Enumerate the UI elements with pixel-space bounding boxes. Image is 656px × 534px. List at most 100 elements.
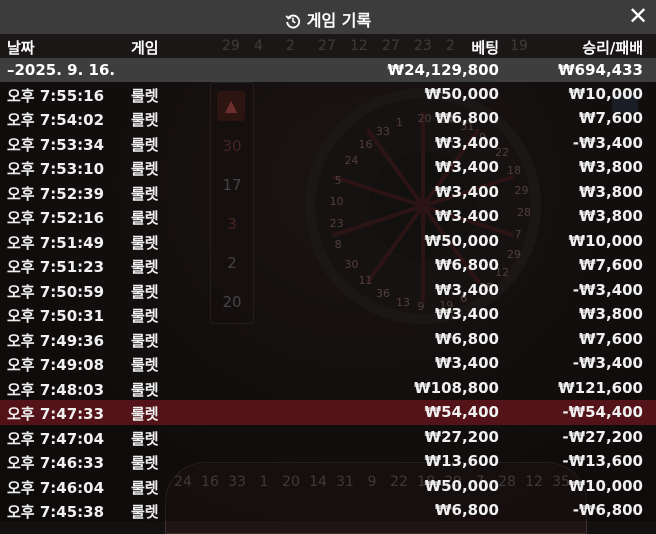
row-game: 룰렛 (131, 454, 159, 473)
row-time: 오후 7:47:33 (7, 405, 105, 424)
row-result: -₩3,400 (572, 133, 643, 152)
row-time: 오후 7:45:38 (7, 502, 105, 521)
row-game: 룰렛 (131, 307, 159, 326)
row-bet: ₩6,800 (435, 500, 499, 519)
table-row[interactable]: 오후 7:50:31 룰렛 ₩3,400 ₩3,800 (0, 302, 656, 326)
row-game: 룰렛 (131, 502, 159, 521)
table-row[interactable]: 오후 7:49:36 룰렛 ₩6,800 ₩7,600 (0, 327, 656, 351)
row-bet: ₩3,400 (435, 158, 499, 177)
table-row[interactable]: 오후 7:47:04 룰렛 ₩27,200 -₩27,200 (0, 425, 656, 449)
table-row[interactable]: 오후 7:52:39 룰렛 ₩3,400 ₩3,800 (0, 180, 656, 204)
column-game: 게임 (131, 39, 159, 57)
row-bet: ₩50,000 (424, 476, 499, 495)
row-bet: ₩3,400 (435, 280, 499, 299)
row-game: 룰렛 (131, 184, 159, 203)
header-title-wrap: 게임 기록 (0, 7, 656, 31)
column-date: 날짜 (7, 39, 35, 57)
row-bet: ₩3,400 (435, 182, 499, 201)
row-result: ₩3,800 (579, 182, 643, 201)
row-time: 오후 7:51:23 (7, 258, 105, 277)
row-bet: ₩27,200 (424, 427, 499, 446)
row-bet: ₩3,400 (435, 305, 499, 324)
row-result: ₩121,600 (558, 378, 643, 397)
history-clock-icon (285, 14, 300, 29)
row-bet: ₩3,400 (435, 207, 499, 226)
row-time: 오후 7:53:10 (7, 160, 105, 179)
date-group-row[interactable]: –2025. 9. 16. ₩24,129,800 ₩694,433 (0, 58, 656, 82)
table-row[interactable]: 오후 7:50:59 룰렛 ₩3,400 -₩3,400 (0, 278, 656, 302)
row-bet: ₩13,600 (424, 452, 499, 471)
row-game: 룰렛 (131, 282, 159, 301)
table-row[interactable]: 오후 7:48:03 룰렛 ₩108,800 ₩121,600 (0, 376, 656, 400)
row-time: 오후 7:49:08 (7, 356, 105, 375)
row-time: 오후 7:53:34 (7, 135, 105, 154)
row-time: 오후 7:55:16 (7, 87, 105, 105)
row-game: 룰렛 (131, 356, 159, 375)
date-group-date: –2025. 9. 16. (7, 61, 116, 79)
table-row[interactable]: 오후 7:49:08 룰렛 ₩3,400 -₩3,400 (0, 351, 656, 375)
row-result: -₩13,600 (562, 452, 643, 471)
table-row[interactable]: 오후 7:55:16 룰렛 ₩50,000 ₩10,000 (0, 82, 656, 106)
row-result: ₩3,800 (579, 305, 643, 324)
history-rows: 오후 7:55:16 룰렛 ₩50,000 ₩10,000 오후 7:54:02 룰렛 ₩6… (0, 82, 656, 522)
table-row[interactable]: 오후 7:46:33 룰렛 ₩13,600 -₩13,600 (0, 449, 656, 473)
row-result: ₩10,000 (568, 231, 643, 250)
row-result: -₩54,400 (562, 403, 643, 422)
row-result: ₩7,600 (579, 256, 643, 275)
date-group-total-bet: ₩24,129,800 (387, 61, 499, 79)
row-result: -₩6,800 (572, 500, 643, 519)
table-row[interactable]: 오후 7:51:49 룰렛 ₩50,000 ₩10,000 (0, 229, 656, 253)
row-time: 오후 7:47:04 (7, 429, 105, 448)
column-result: 승리/패배 (582, 39, 643, 57)
row-game: 룰렛 (131, 429, 159, 448)
row-result: ₩10,000 (568, 476, 643, 495)
row-bet: ₩3,400 (435, 354, 499, 373)
table-row[interactable]: 오후 7:46:04 룰렛 ₩50,000 ₩10,000 (0, 474, 656, 498)
row-game: 룰렛 (131, 405, 159, 424)
row-result: ₩3,800 (579, 158, 643, 177)
column-bet: 베팅 (471, 39, 499, 57)
row-game: 룰렛 (131, 135, 159, 154)
row-time: 오후 7:46:04 (7, 478, 105, 497)
table-row[interactable]: 오후 7:52:16 룰렛 ₩3,400 ₩3,800 (0, 204, 656, 228)
table-row[interactable]: 오후 7:53:10 룰렛 ₩3,400 ₩3,800 (0, 155, 656, 179)
row-game: 룰렛 (131, 209, 159, 228)
table-row[interactable]: 오후 7:45:38 룰렛 ₩6,800 -₩6,800 (0, 498, 656, 522)
row-game: 룰렛 (131, 478, 159, 497)
date-group-total-result: ₩694,433 (558, 61, 643, 79)
row-result: ₩3,800 (579, 207, 643, 226)
row-time: 오후 7:52:16 (7, 209, 105, 228)
row-game: 룰렛 (131, 380, 159, 399)
row-bet: ₩50,000 (424, 231, 499, 250)
row-bet: ₩3,400 (435, 133, 499, 152)
row-bet: ₩6,800 (435, 256, 499, 275)
table-row[interactable]: 오후 7:51:23 룰렛 ₩6,800 ₩7,600 (0, 253, 656, 277)
row-time: 오후 7:52:39 (7, 184, 105, 203)
history-header: 게임 기록 ✕ (0, 0, 656, 34)
row-time: 오후 7:49:36 (7, 331, 105, 350)
row-result: ₩7,600 (579, 109, 643, 128)
row-bet: ₩6,800 (435, 109, 499, 128)
row-game: 룰렛 (131, 111, 159, 130)
row-game: 룰렛 (131, 160, 159, 179)
row-result: -₩27,200 (562, 427, 643, 446)
row-game: 룰렛 (131, 331, 159, 350)
row-result: -₩3,400 (572, 280, 643, 299)
close-x-icon[interactable]: ✕ (628, 2, 648, 30)
table-row[interactable]: 오후 7:47:33 룰렛 ₩54,400 -₩54,400 (0, 400, 656, 425)
table-row[interactable]: 오후 7:53:34 룰렛 ₩3,400 -₩3,400 (0, 131, 656, 155)
row-game: 룰렛 (131, 258, 159, 277)
row-bet: ₩6,800 (435, 329, 499, 348)
row-game: 룰렛 (131, 87, 159, 105)
header-title: 게임 기록 (306, 11, 372, 30)
column-header-row: 날짜 게임 베팅 승리/패배 (0, 34, 656, 58)
row-time: 오후 7:54:02 (7, 111, 105, 130)
table-row[interactable]: 오후 7:54:02 룰렛 ₩6,800 ₩7,600 (0, 106, 656, 130)
row-result: ₩7,600 (579, 329, 643, 348)
row-time: 오후 7:46:33 (7, 454, 105, 473)
row-bet: ₩54,400 (424, 403, 499, 422)
row-time: 오후 7:48:03 (7, 380, 105, 399)
row-time: 오후 7:51:49 (7, 233, 105, 252)
row-result: ₩10,000 (568, 85, 643, 103)
close-button[interactable]: ✕ (626, 4, 650, 28)
